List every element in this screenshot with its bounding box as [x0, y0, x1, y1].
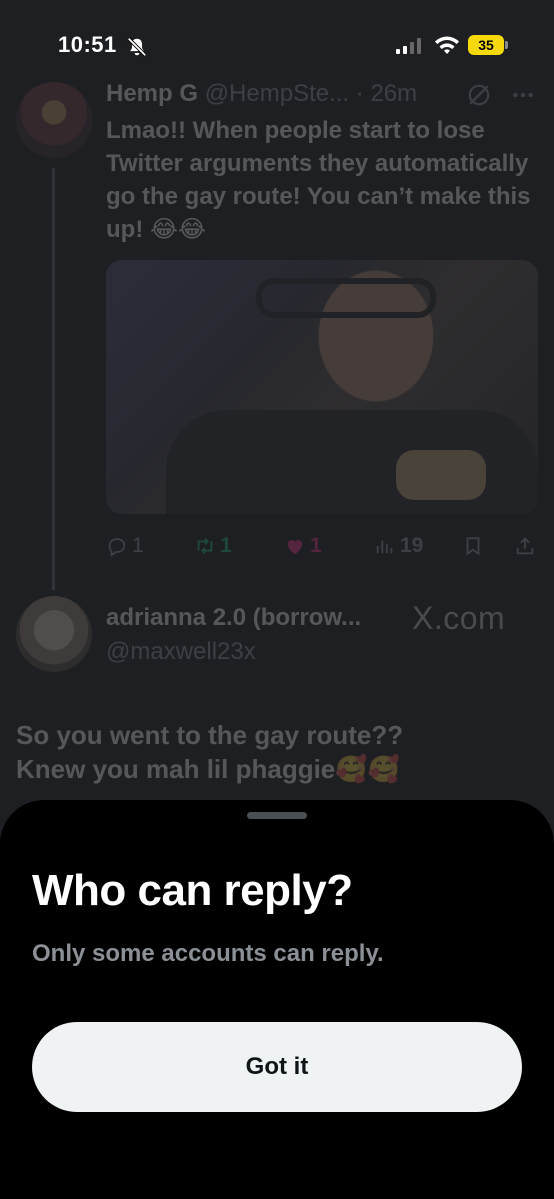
bell-slash-icon: [127, 37, 147, 57]
views-count: 19: [400, 534, 424, 557]
views-icon: [376, 540, 393, 554]
tweet-media[interactable]: [106, 260, 538, 514]
author-name[interactable]: Hemp G: [106, 80, 198, 107]
author-handle[interactable]: @HempSte...: [205, 80, 349, 107]
tweet-time[interactable]: · 26m: [356, 80, 417, 107]
bookmark-button[interactable]: [462, 532, 484, 560]
tweet-text-line: So you went to the gay route??: [16, 720, 404, 750]
share-button[interactable]: [514, 532, 536, 560]
got-it-button[interactable]: Got it: [32, 1022, 522, 1112]
more-icon[interactable]: [510, 82, 536, 108]
media-glasses: [256, 278, 436, 318]
battery-indicator: 35: [468, 35, 504, 55]
status-time: 10:51: [58, 32, 117, 57]
thread-line: [52, 168, 55, 590]
author-name[interactable]: adrianna 2.0 (borrow...: [106, 604, 361, 632]
reply-icon: [108, 538, 126, 557]
tweet-text: Lmao!! When people start to lose Twitter…: [106, 117, 531, 243]
like-button[interactable]: 1: [284, 532, 322, 560]
views-button[interactable]: 19: [374, 532, 423, 560]
tweet-actions: 1 1 1 19: [106, 532, 538, 560]
heart-icon: [287, 540, 303, 555]
retweet-button[interactable]: 1: [194, 532, 232, 560]
reply-count: 1: [132, 534, 144, 557]
retweet-icon: [197, 538, 213, 554]
retweet-count: 1: [220, 534, 232, 557]
grok-icon[interactable]: [466, 82, 492, 108]
bottom-sheet: Who can reply? Only some accounts can re…: [0, 800, 554, 1199]
avatar[interactable]: [16, 596, 92, 672]
tweet-text-line: Knew you mah lil phaggie🥰🥰: [16, 754, 401, 784]
like-count: 1: [310, 534, 322, 557]
reply-button[interactable]: 1: [106, 532, 144, 560]
signal-icon: [396, 38, 421, 54]
battery-tip: [505, 41, 508, 49]
media-watch: [396, 450, 486, 500]
avatar[interactable]: [16, 82, 92, 158]
status-bar: 10:51 35: [0, 28, 554, 64]
sheet-title: Who can reply?: [32, 866, 353, 915]
wifi-icon: [435, 36, 459, 54]
author-handle[interactable]: @maxwell23x: [106, 638, 256, 666]
bookmark-icon: [466, 537, 480, 556]
tweet-text: So you went to the gay route?? Knew you …: [16, 718, 536, 786]
sheet-subtitle: Only some accounts can reply.: [32, 940, 384, 967]
share-icon: [516, 537, 534, 555]
sheet-grabber[interactable]: [247, 812, 307, 819]
watermark: X.com: [412, 600, 506, 636]
